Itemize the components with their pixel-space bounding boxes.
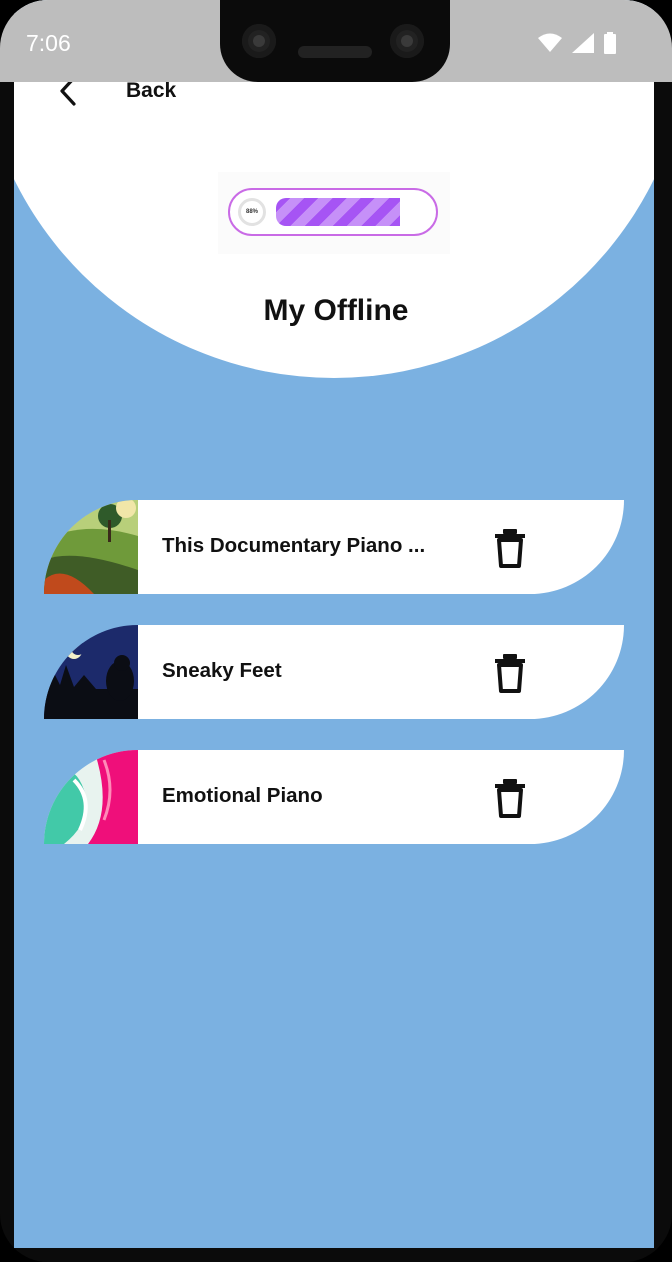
signal-icon: [572, 33, 594, 53]
status-icons: [538, 32, 616, 54]
page-title: My Offline: [263, 294, 409, 327]
list-item[interactable]: Sneaky Feet: [44, 625, 624, 719]
camera-notch: [220, 0, 450, 82]
device-bottom-edge: [0, 1248, 672, 1262]
track-card: This Documentary Piano ...: [138, 500, 624, 594]
wifi-icon: [538, 33, 562, 52]
device-frame: 7:06 Back 88% My Offline This Documentar…: [0, 0, 672, 1262]
progress-percent: 88%: [238, 198, 266, 226]
trash-icon[interactable]: [492, 778, 528, 818]
offline-track-list: This Documentary Piano ... Sneaky Feet E…: [44, 500, 624, 875]
track-artwork: [44, 500, 138, 594]
track-title: Emotional Piano: [162, 784, 323, 807]
list-item[interactable]: Emotional Piano: [44, 750, 624, 844]
storage-progress: 88%: [218, 172, 450, 254]
list-item[interactable]: This Documentary Piano ...: [44, 500, 624, 594]
trash-icon[interactable]: [492, 528, 528, 568]
front-camera: [242, 24, 276, 58]
track-card: Emotional Piano: [138, 750, 624, 844]
progress-track: 88%: [228, 188, 438, 236]
track-title: Sneaky Feet: [162, 659, 282, 682]
track-artwork: [44, 750, 138, 844]
back-label: Back: [126, 79, 177, 102]
track-artwork: [44, 625, 138, 719]
status-time: 7:06: [26, 30, 71, 56]
front-sensor: [390, 24, 424, 58]
track-title: This Documentary Piano ...: [162, 534, 426, 557]
trash-icon[interactable]: [492, 653, 528, 693]
battery-icon: [604, 32, 616, 54]
earpiece-speaker: [298, 46, 372, 58]
progress-fill: [276, 198, 400, 226]
track-card: Sneaky Feet: [138, 625, 624, 719]
